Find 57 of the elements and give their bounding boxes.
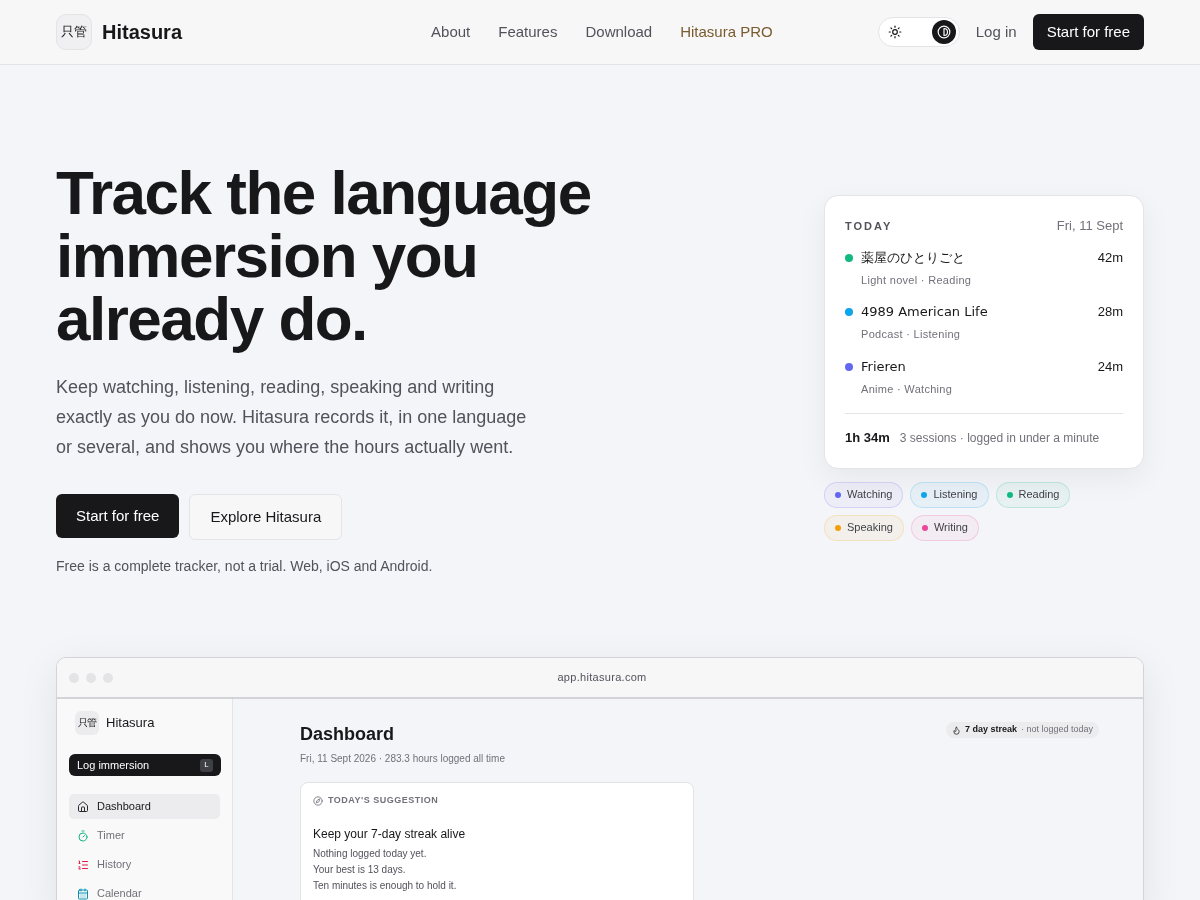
nav-link[interactable]: Features <box>498 20 558 44</box>
tag-label: Watching <box>847 487 893 503</box>
tag-label: Speaking <box>847 520 893 536</box>
theme-toggle[interactable] <box>877 17 960 47</box>
session-title: 4989 American Life <box>861 303 988 321</box>
session-duration: 42m <box>1097 248 1123 267</box>
streak-note: · not logged today <box>1020 723 1093 737</box>
hero-note: Free is a complete tracker, not a trial. Web, iOS and Android. <box>56 557 434 576</box>
streak-text: 7 day streak <box>964 723 1017 737</box>
calendar-icon <box>77 887 89 900</box>
sidebar-item[interactable]: Timer <box>69 823 220 848</box>
sidebar-item[interactable]: History <box>69 852 220 877</box>
total-summary: 3 sessions · logged in under a minute <box>899 429 1100 447</box>
tag-label: Writing <box>933 520 968 536</box>
sidebar-item[interactable]: Calendar <box>69 881 220 900</box>
card-date: Fri, 11 Sept <box>1056 217 1123 235</box>
brand-name: Hitasura <box>102 20 183 45</box>
stopwatch-icon <box>77 829 89 842</box>
contrast-knob <box>931 20 956 44</box>
login-link[interactable]: Log in <box>975 20 1017 44</box>
sidebar-item[interactable]: Dashboard <box>69 794 220 819</box>
logo-mark: 只管 <box>75 711 99 735</box>
tag-label: Reading <box>1018 487 1060 503</box>
session-meta: Anime · Watching <box>861 381 953 397</box>
session-duration: 28m <box>1097 303 1123 321</box>
hero-lead: Keep watching, listening, reading, speaking and writing exactly as you do now. Hitasura records it, in one language or several, and shows you where the hours actually went. <box>56 376 528 459</box>
session-duration: 24m <box>1097 357 1123 376</box>
suggestion-line: Your best is 13 days. <box>313 862 406 877</box>
session-title: Frieren <box>861 357 906 376</box>
nav-link[interactable]: Download <box>585 20 653 44</box>
sun-icon <box>887 25 902 39</box>
list-icon <box>77 858 89 871</box>
shortcut-key: L <box>200 758 213 772</box>
session-meta: Light novel · Reading <box>861 272 972 288</box>
total-time: 1h 34m <box>845 429 890 447</box>
start-button[interactable]: Start for free <box>56 494 180 538</box>
session-meta: Podcast · Listening <box>861 327 961 342</box>
url-text: app.hitasura.com <box>557 670 648 686</box>
start-button[interactable]: Start for free <box>1032 14 1144 50</box>
suggestion-label: TODAY'S SUGGESTION <box>328 794 439 807</box>
session-title: 薬屋のひとりごと <box>861 248 965 267</box>
page-title: Dashboard <box>300 723 396 746</box>
page-subtitle: Fri, 11 Sept 2026 · 283.3 hours logged all time <box>300 752 505 766</box>
home-icon <box>77 800 89 813</box>
card-label: TODAY <box>845 218 893 234</box>
compass-icon <box>313 795 323 806</box>
suggestion-line: Nothing logged today yet. <box>313 846 427 861</box>
suggestion-heading: Keep your 7-day streak alive <box>313 825 466 843</box>
tag-label: Listening <box>933 487 978 503</box>
explore-button[interactable]: Explore Hitasura <box>189 494 343 540</box>
logo-mark: 只管 <box>56 14 92 50</box>
brand-name: Hitasura <box>106 714 155 733</box>
nav-link[interactable]: About <box>431 20 471 44</box>
suggestion-line: Ten minutes is enough to hold it. <box>313 878 457 893</box>
flame-icon <box>951 725 961 735</box>
nav-link[interactable]: Hitasura PRO <box>680 20 773 44</box>
log-immersion-button[interactable]: Log immersion L <box>69 754 221 776</box>
